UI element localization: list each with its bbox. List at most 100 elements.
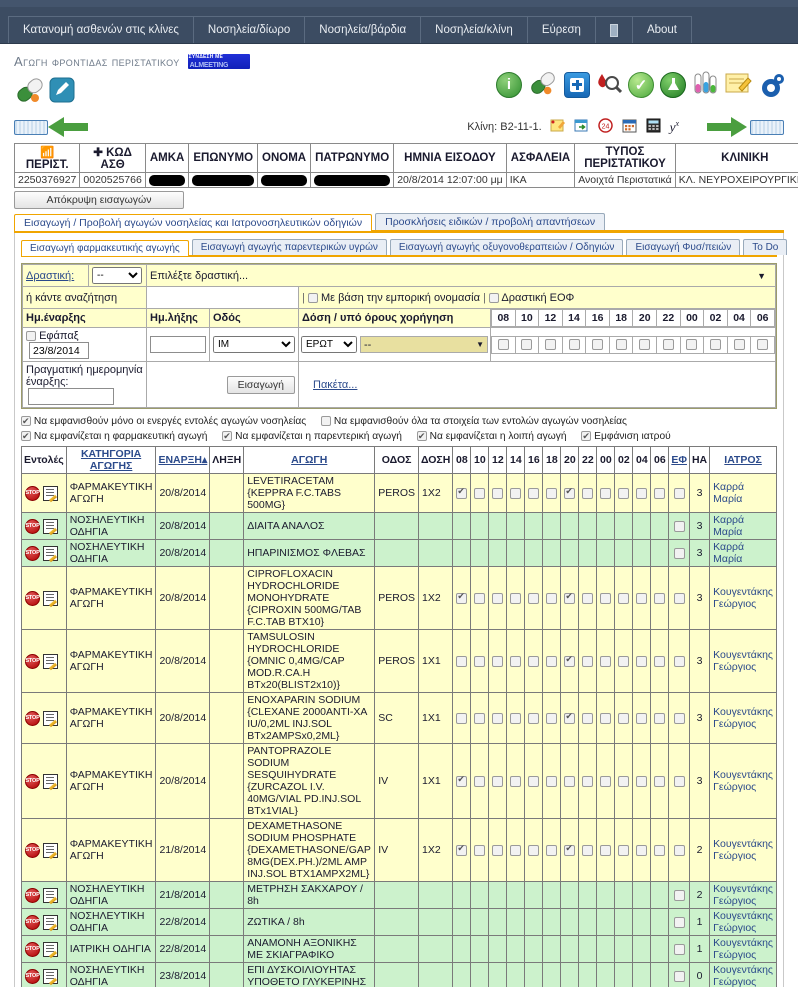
hour-checkbox[interactable] xyxy=(654,775,666,787)
sort-category-link[interactable]: ΚΑΤΗΓΟΡΙΑ ΑΓΩΓΗΣ xyxy=(81,448,141,472)
hour-checkbox[interactable] xyxy=(654,592,666,604)
hour-checkbox[interactable] xyxy=(510,844,522,856)
filter-checkbox[interactable] xyxy=(321,416,332,427)
actual-start-input[interactable] xyxy=(28,388,114,405)
sort-treatment-link[interactable]: ΑΓΩΓΗ xyxy=(291,454,327,466)
edit-order-icon[interactable] xyxy=(43,485,58,501)
hour-checkbox[interactable] xyxy=(615,339,627,351)
hour-checkbox[interactable] xyxy=(510,592,522,604)
edit-order-icon[interactable] xyxy=(43,914,58,930)
tab-todo[interactable]: Το Do xyxy=(743,239,788,255)
nav-search[interactable]: Εύρεση xyxy=(528,17,596,43)
ef-checkbox[interactable] xyxy=(673,547,685,559)
hour-checkbox[interactable] xyxy=(456,486,468,499)
table-row[interactable]: STOP ΦΑΡΜΑΚΕΥΤΙΚΗ ΑΓΩΓΗ 20/8/2014 ENOXAPARI… xyxy=(21,692,777,744)
hour-checkbox[interactable] xyxy=(636,844,648,856)
ef-checkbox[interactable] xyxy=(673,970,685,982)
filter-show-doctor[interactable]: Εμφάνιση ιατρού xyxy=(581,429,671,444)
stop-order-icon[interactable]: STOP xyxy=(25,518,40,534)
chevron-down-icon[interactable]: ▼ xyxy=(757,271,772,281)
stop-order-icon[interactable]: STOP xyxy=(25,941,40,957)
filter-parenteral[interactable]: Να εμφανίζεται η παρεντερική αγωγή xyxy=(222,429,402,444)
hour-checkbox[interactable] xyxy=(492,844,504,856)
dose-value-select[interactable]: -- ▼ xyxy=(360,336,488,353)
one-time-checkbox[interactable] xyxy=(26,331,36,342)
hour-checkbox[interactable] xyxy=(456,591,468,604)
hour-checkbox[interactable] xyxy=(510,775,522,787)
ef-checkbox[interactable] xyxy=(673,844,685,856)
hour-checkbox[interactable] xyxy=(582,655,594,667)
tab-pharma-entry[interactable]: Εισαγωγή φαρμακευτικής αγωγής xyxy=(21,240,189,256)
filter-other[interactable]: Να εμφανίζεται η λοιπή αγωγή xyxy=(416,429,566,444)
stop-order-icon[interactable]: STOP xyxy=(25,968,40,984)
hour-checkbox[interactable] xyxy=(757,339,769,351)
blood-search-icon[interactable] xyxy=(596,71,623,98)
nav-icon-item[interactable] xyxy=(596,17,633,43)
hour-checkbox[interactable] xyxy=(492,775,504,787)
hour-checkbox[interactable] xyxy=(510,487,522,499)
stop-order-icon[interactable]: STOP xyxy=(25,773,40,789)
filter-checkbox[interactable] xyxy=(21,429,31,444)
hour-checkbox[interactable] xyxy=(709,339,721,351)
packets-link[interactable]: Πακέτα... xyxy=(313,379,357,391)
nav-care-twohour[interactable]: Νοσηλεία/δίωρο xyxy=(194,17,306,43)
nav-about[interactable]: About xyxy=(633,17,691,43)
start-date-input[interactable] xyxy=(29,342,89,359)
nav-patient-distribution[interactable]: Κατανομή ασθενών στις κλίνες xyxy=(9,17,194,43)
tab-physio-entry[interactable]: Εισαγωγή Φυσ/πειών xyxy=(626,239,741,255)
hour-checkbox[interactable] xyxy=(568,339,580,351)
edit-order-icon[interactable] xyxy=(43,887,58,903)
stop-order-icon[interactable]: STOP xyxy=(25,545,40,561)
ef-checkbox[interactable] xyxy=(673,943,685,955)
hour-checkbox[interactable] xyxy=(474,775,486,787)
edit-order-icon[interactable] xyxy=(43,653,58,669)
exponent-formula-icon[interactable]: yx xyxy=(670,119,679,135)
hour-checkbox[interactable] xyxy=(474,592,486,604)
info-icon[interactable]: i xyxy=(496,71,522,98)
hour-checkbox[interactable] xyxy=(528,592,540,604)
hour-checkbox[interactable] xyxy=(497,339,509,351)
tab-parenteral-entry[interactable]: Εισαγωγή αγωγής παρεντερικών υγρών xyxy=(191,239,387,255)
almeeting-logo[interactable]: ΣΥΝΔΕΣΗ ΜΕ almeeting xyxy=(187,54,250,69)
hour-checkbox[interactable] xyxy=(456,774,468,787)
edit-order-icon[interactable] xyxy=(43,773,58,789)
hour-checkbox[interactable] xyxy=(528,712,540,724)
hour-checkbox[interactable] xyxy=(618,592,630,604)
ef-checkbox[interactable] xyxy=(673,655,685,667)
hide-entries-button[interactable]: Απόκρυψη εισαγωγών xyxy=(14,191,184,209)
filter-checkbox[interactable] xyxy=(416,429,427,444)
next-bed-arrow[interactable] xyxy=(705,117,747,137)
hour-checkbox[interactable] xyxy=(654,487,666,499)
test-tubes-icon[interactable] xyxy=(692,70,718,99)
lab-flask-circle-icon[interactable] xyxy=(660,71,686,98)
hour-checkbox[interactable] xyxy=(600,592,612,604)
eof-substance-checkbox[interactable] xyxy=(488,292,499,303)
hour-checkbox[interactable] xyxy=(582,487,594,499)
edit-order-icon[interactable] xyxy=(43,518,58,534)
table-row[interactable]: STOP ΝΟΣΗΛΕΥΤΙΚΗ ΟΔΗΓΙΑ 20/8/2014 ΗΠΑΡΙΝΙΣΜ… xyxy=(21,539,777,567)
hour-checkbox[interactable] xyxy=(510,655,522,667)
sort-ef-link[interactable]: ΕΦ xyxy=(671,454,687,466)
hour-checkbox[interactable] xyxy=(654,655,666,667)
hour-checkbox[interactable] xyxy=(582,775,594,787)
hour-checkbox[interactable] xyxy=(618,487,630,499)
ef-checkbox[interactable] xyxy=(673,916,685,928)
hour-checkbox[interactable] xyxy=(636,487,648,499)
table-row[interactable]: STOP ΦΑΡΜΑΚΕΥΤΙΚΗ ΑΓΩΓΗ 21/8/2014 DEXAMETHA… xyxy=(21,818,777,882)
end-date-input[interactable] xyxy=(150,336,206,353)
hour-checkbox[interactable] xyxy=(600,712,612,724)
edit-order-icon[interactable] xyxy=(43,710,58,726)
hour-checkbox[interactable] xyxy=(582,712,594,724)
hour-checkbox[interactable] xyxy=(618,844,630,856)
ef-checkbox[interactable] xyxy=(673,520,685,532)
hour-checkbox[interactable] xyxy=(474,844,486,856)
dose-condition-select[interactable]: ΕΡΩΤ xyxy=(301,336,357,353)
hour-checkbox[interactable] xyxy=(456,655,468,667)
hour-checkbox[interactable] xyxy=(654,844,666,856)
hour-checkbox[interactable] xyxy=(521,339,533,351)
ef-checkbox[interactable] xyxy=(673,712,685,724)
edit-order-icon[interactable] xyxy=(43,842,58,858)
table-row[interactable]: STOP ΦΑΡΜΑΚΕΥΤΙΚΗ ΑΓΩΓΗ 20/8/2014 CIPROFLOX… xyxy=(21,566,777,630)
table-row[interactable]: STOP ΝΟΣΗΛΕΥΤΙΚΗ ΟΔΗΓΙΑ 21/8/2014 ΜΕΤΡΗΣΗ Σ… xyxy=(21,881,777,909)
hour-checkbox[interactable] xyxy=(528,775,540,787)
